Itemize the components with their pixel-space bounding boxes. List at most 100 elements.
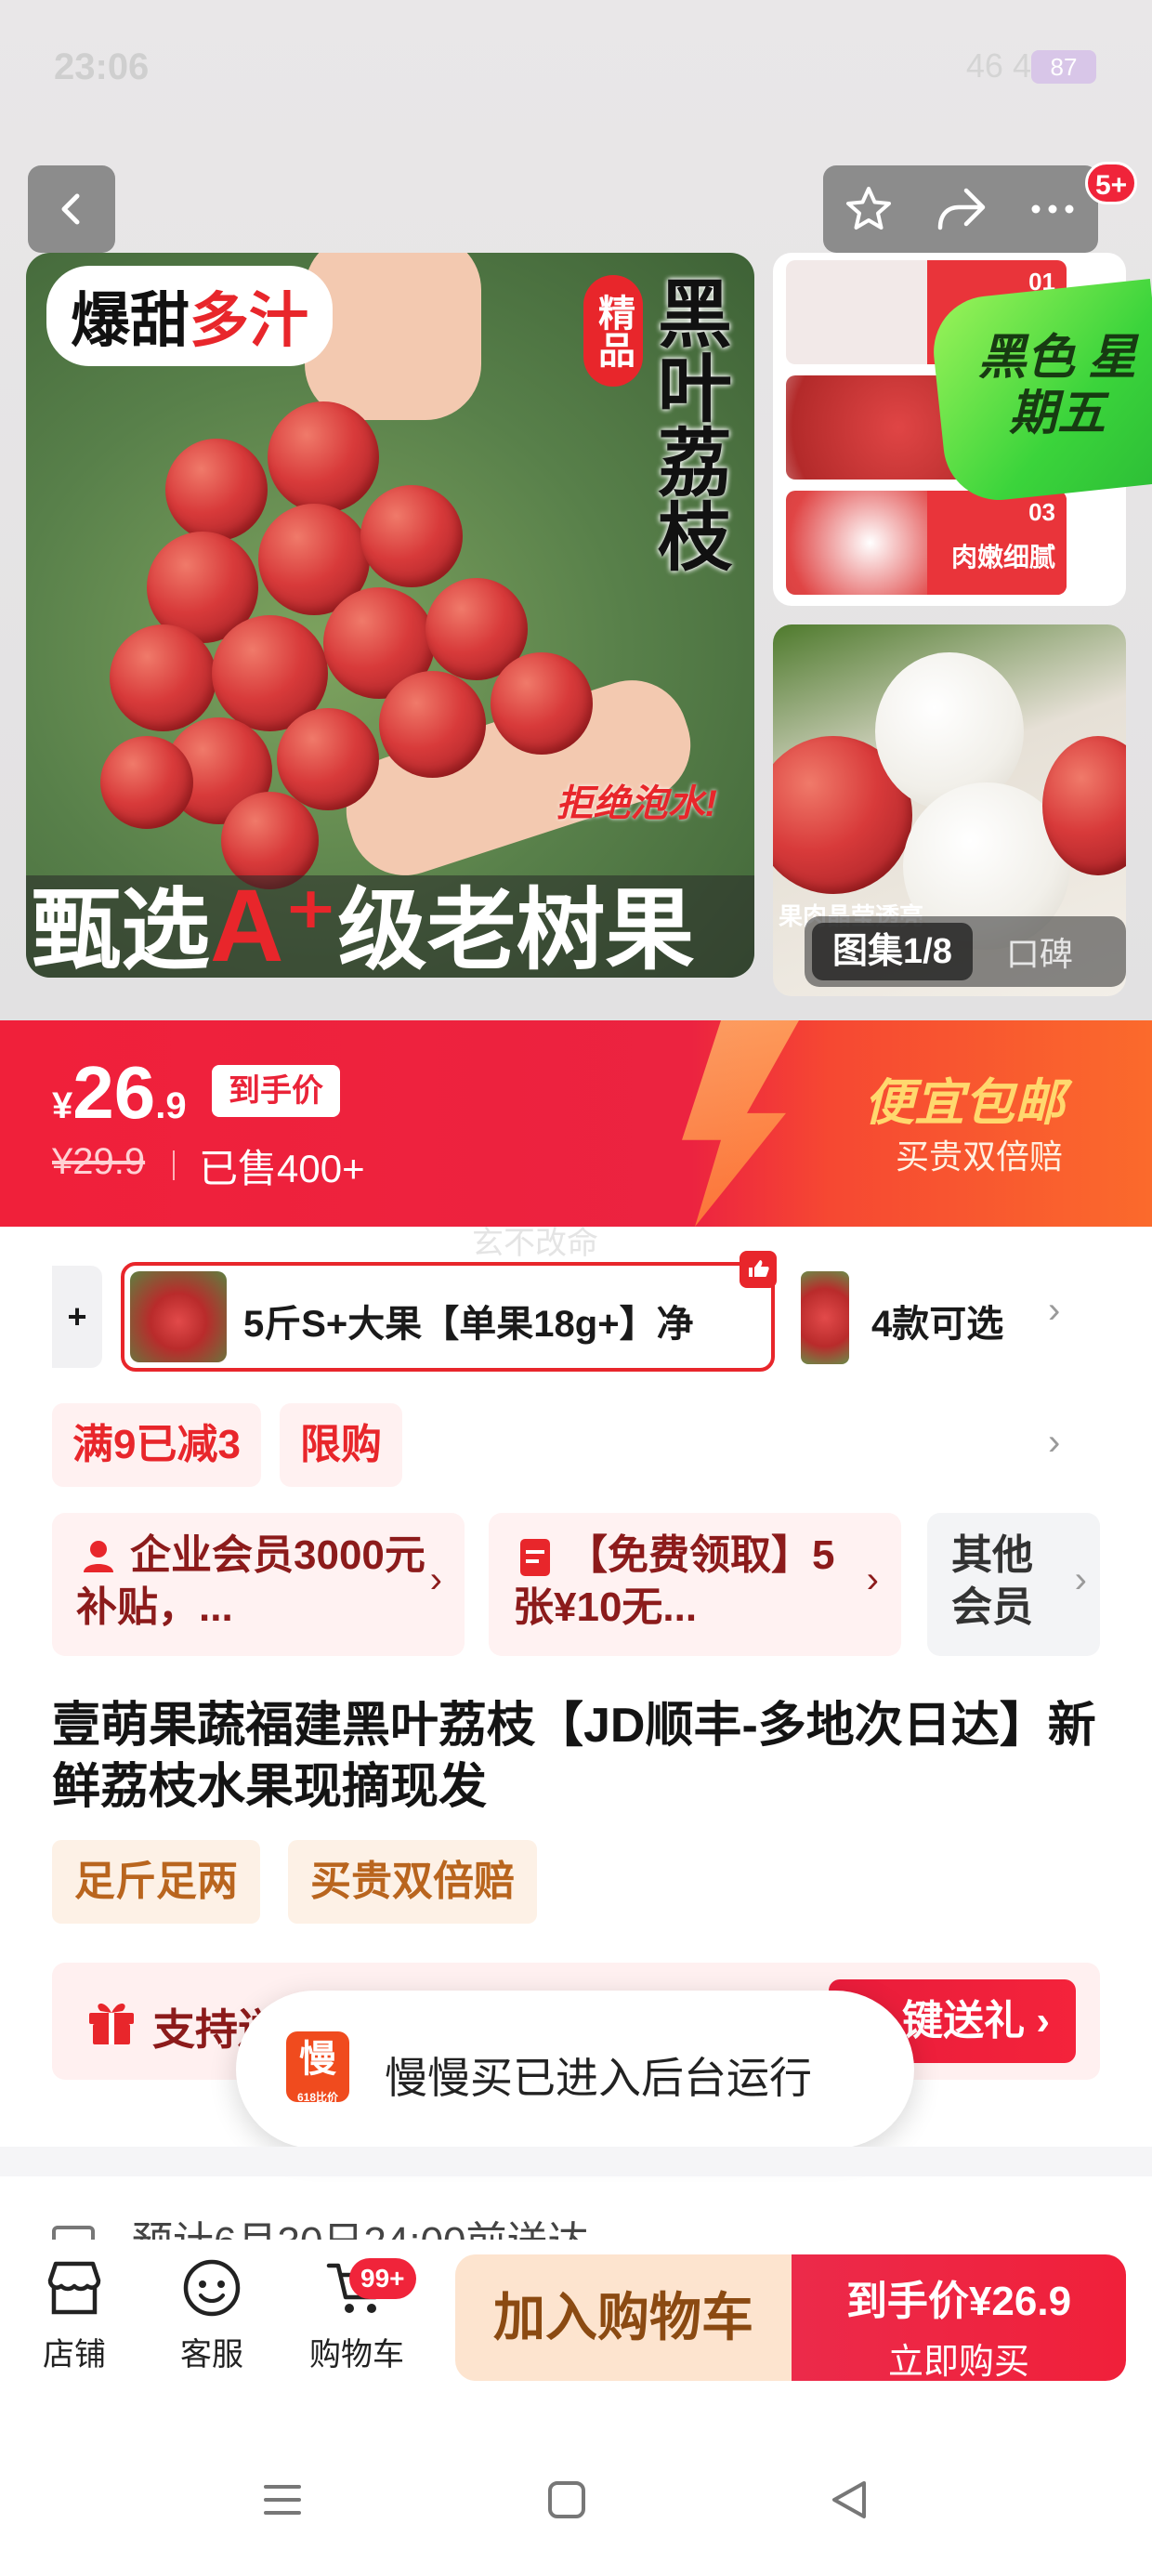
sku-thumbnail [130, 1271, 227, 1362]
service-button[interactable]: 客服 [147, 2254, 277, 2374]
main-product-image[interactable]: 爆甜多汁 精品 黑叶荔枝 拒绝泡水! 甄选A⁺级老树果 [26, 253, 754, 978]
lychee [100, 736, 193, 829]
store-icon [47, 2261, 101, 2315]
promo-tag[interactable]: 满9已减3 [52, 1403, 261, 1487]
current-price: ¥26.9 [52, 1050, 187, 1136]
gift-icon [89, 2003, 134, 2044]
gallery-tab[interactable]: 图集1/8 [812, 923, 973, 980]
sku-count[interactable]: 4款可选 [871, 1294, 1003, 1347]
chevron-right-icon: › [866, 1559, 879, 1600]
toast-notification: 慢 618比价 慢慢买已进入后台运行 [236, 1991, 914, 2149]
enterprise-member-card[interactable]: 企业会员3000元补贴，... › [52, 1513, 465, 1656]
coupon-card[interactable]: 【免费领取】5张¥10无... › [489, 1513, 901, 1656]
hand-image [305, 253, 481, 420]
service-label: 客服 [180, 2337, 243, 2372]
more-icon [1031, 204, 1074, 214]
sku-selected[interactable]: 5斤S+大果【单果18g+】净 [121, 1262, 775, 1372]
feature-tags: 足斤足两 买贵双倍赔 [52, 1840, 537, 1924]
sku-name: 5斤S+大果【单果18g+】净 [243, 1304, 694, 1345]
final-price-tag: 到手价 [212, 1065, 340, 1117]
chevron-right-icon[interactable]: › [1048, 1290, 1060, 1332]
thumbs-up-icon [740, 1251, 777, 1288]
other-member-card[interactable]: 其他会员 › [927, 1513, 1100, 1656]
cart-count-badge: 99+ [349, 2258, 416, 2299]
share-button[interactable] [923, 172, 998, 246]
chevron-right-icon: › [1074, 1559, 1087, 1600]
menu-nav-button[interactable] [260, 2477, 305, 2527]
banner-text-a: 甄选 [32, 881, 210, 978]
side-thumb-3: 03 肉嫩细腻 [786, 491, 1067, 595]
image-banner: 甄选A⁺级老树果 [26, 875, 754, 978]
original-price: ¥29.9 [52, 1141, 146, 1182]
price-integer: 26 [72, 1051, 156, 1134]
send-gift-label: 键送礼 [902, 1998, 1026, 2044]
chevron-right-icon[interactable]: › [1048, 1422, 1060, 1464]
logo-subtext: 618比价 [296, 2091, 339, 2104]
free-shipping-title: 便宜包邮 [864, 1075, 1065, 1131]
thumb-number: 03 [1028, 498, 1055, 526]
price-guarantee: 买贵双倍赔 [896, 1137, 1064, 1176]
logo-text: 慢 [299, 2039, 336, 2080]
toast-text: 慢慢买已进入后台运行 [385, 2054, 812, 2102]
buy-now-label: 立即购买 [887, 2343, 1029, 2382]
battery-indicator: 87 [1031, 50, 1096, 84]
lychee [110, 624, 216, 731]
chevron-right-icon: › [429, 1559, 442, 1600]
chat-icon [183, 2259, 241, 2317]
app-logo-icon: 慢 618比价 [286, 2031, 349, 2104]
product-gallery[interactable]: 23:06 46 46 87 5+ 爆甜多汁 精品 黑叶荔枝 拒绝泡水! 甄选A… [0, 0, 1152, 1020]
price-bar: ¥26.9 到手价 ¥29.9 已售400+ 便宜包邮 买贵双倍赔 [0, 1020, 1152, 1227]
sku-selector[interactable]: + 5斤S+大果【单果18g+】净 4款可选 › [0, 1251, 1152, 1377]
feature-tag: 足斤足两 [52, 1840, 260, 1924]
triangle-back-icon [832, 2481, 866, 2518]
image-title: 黑叶荔枝 [648, 275, 730, 572]
price-currency: ¥ [52, 1085, 73, 1126]
back-nav-button[interactable] [827, 2477, 871, 2527]
lychee [268, 401, 379, 513]
sweet-tag: 爆甜多汁 [46, 266, 333, 366]
coupon-text: 【免费领取】5张¥10无... [513, 1532, 835, 1630]
home-icon [548, 2481, 585, 2518]
promo-badge[interactable]: 黑色 星期五 [964, 330, 1150, 441]
feature-tag: 买贵双倍赔 [288, 1840, 537, 1924]
sold-count: 已售400+ [199, 1147, 365, 1190]
cart-label: 购物车 [309, 2337, 404, 2372]
notification-badge: 5+ [1085, 162, 1138, 204]
status-time: 23:06 [54, 46, 150, 87]
favorite-button[interactable] [831, 172, 906, 246]
lychee [491, 652, 593, 755]
top-actions [823, 165, 1098, 253]
bottom-action-bar: 店铺 客服 购物车 99+ 加入购物车 到手价¥26.9 立即购买 [0, 2240, 1152, 2407]
sku-thumbnail-2[interactable] [801, 1271, 849, 1364]
sku-prev[interactable]: + [52, 1266, 102, 1368]
buy-now-button[interactable]: 到手价¥26.9 立即购买 [792, 2254, 1126, 2382]
system-navigation [0, 2435, 1152, 2576]
home-nav-button[interactable] [544, 2477, 589, 2527]
gallery-switch[interactable]: 图集1/8 口碑 [805, 916, 1126, 987]
divider [173, 1150, 175, 1180]
add-to-cart-button[interactable]: 加入购物车 [455, 2254, 792, 2381]
other-member-text: 其他会员 [951, 1532, 1033, 1630]
price-decimal: .9 [155, 1085, 187, 1126]
thumb-desc: 肉嫩细腻 [950, 543, 1055, 572]
menu-icon [264, 2485, 301, 2515]
promo-tags[interactable]: 满9已减3 限购 [52, 1403, 402, 1487]
member-benefits: 企业会员3000元补贴，... › 【免费领取】5张¥10无... › 其他会员… [52, 1513, 1100, 1656]
lightning-decoration [682, 1020, 799, 1227]
lychee [360, 485, 463, 587]
share-icon [937, 188, 986, 230]
member-text: 企业会员3000元补贴，... [76, 1532, 425, 1630]
store-button[interactable]: 店铺 [9, 2254, 139, 2374]
lychee [165, 439, 268, 541]
sweet-tag-text: 爆甜 [71, 287, 190, 354]
back-button[interactable] [28, 165, 115, 253]
more-button[interactable] [1015, 172, 1090, 246]
banner-text-b: A⁺ [210, 869, 338, 978]
promo-tag[interactable]: 限购 [279, 1403, 402, 1487]
store-label: 店铺 [43, 2337, 106, 2372]
banner-text-c: 级老树果 [337, 881, 695, 978]
lychee [379, 671, 486, 778]
star-icon [846, 187, 892, 230]
juicy-tag-text: 多汁 [190, 287, 308, 354]
review-tab[interactable]: 口碑 [1006, 927, 1073, 976]
